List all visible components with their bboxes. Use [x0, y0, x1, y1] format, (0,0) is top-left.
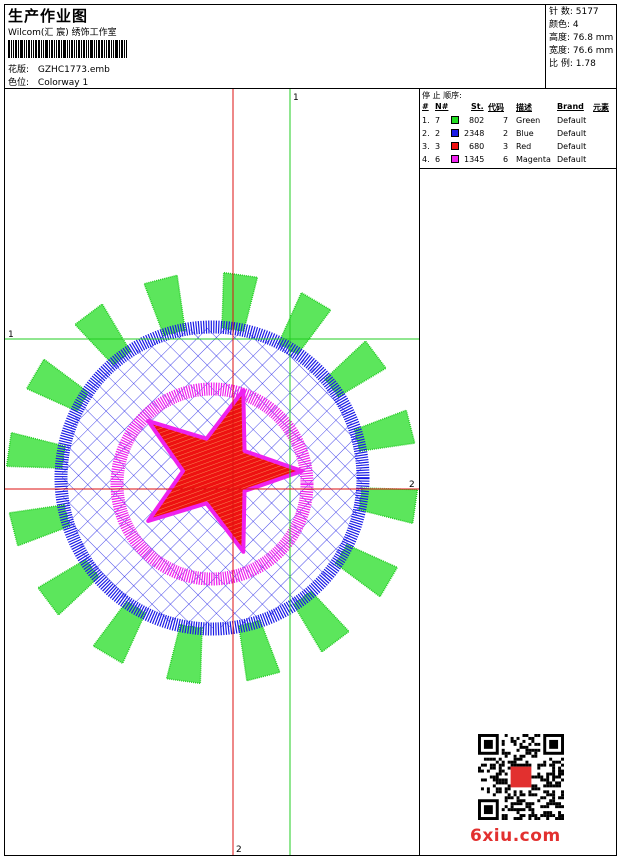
- embroidery-design: 1 1 2 2: [5, 89, 419, 855]
- stop-sequence-title: 停 止 顺序:: [422, 91, 462, 100]
- row-stitches: 802: [469, 116, 485, 125]
- green-tooth: [358, 487, 419, 525]
- studio-name: Wilcom(汇 宸) 绣饰工作室: [8, 28, 117, 38]
- stop-row: 4. 6 1345 6 Magenta Default: [420, 155, 616, 168]
- green-tooth: [143, 274, 186, 337]
- row-stitches: 2348: [464, 129, 485, 138]
- green-tooth: [5, 431, 66, 469]
- green-tooth: [334, 543, 399, 598]
- design-label: 花版:: [8, 65, 30, 75]
- stop-sequence-panel: 停 止 顺序: # N# St. 代码 描述 Brand 元素 1. 7 802…: [420, 89, 616, 169]
- col-header-stitches: St.: [471, 102, 484, 111]
- stats-panel: 针 数: 5177 颜色: 4 高度: 76.8 mm 宽度: 76.6 mm …: [546, 5, 616, 89]
- red-axis-label-bottom: 2: [236, 845, 242, 855]
- color-swatch: [451, 142, 459, 150]
- col-header-code: 代码: [488, 103, 504, 112]
- design-file: GZHC1773.emb: [37, 65, 110, 75]
- green-tooth: [25, 358, 90, 413]
- watermark-brand: 6xiu.com: [470, 826, 561, 846]
- green-tooth: [92, 600, 147, 665]
- stop-row: 3. 3 680 3 Red Default: [420, 142, 616, 155]
- red-axis-label-right: 2: [409, 480, 415, 490]
- colorway-label: 色位:: [8, 78, 30, 88]
- row-code: 6: [503, 155, 509, 164]
- design-width: 宽度: 76.6 mm: [549, 46, 614, 56]
- green-tooth: [292, 590, 351, 654]
- col-header-index: #: [422, 102, 429, 111]
- row-description: Red: [516, 142, 532, 151]
- row-code: 3: [503, 142, 509, 151]
- design-file-row: 花版: GZHC1773.emb: [8, 62, 110, 75]
- color-swatch: [451, 155, 459, 163]
- stop-row: 2. 2 2348 2 Blue Default: [420, 129, 616, 142]
- production-sheet: 生产作业图 Wilcom(汇 宸) 绣饰工作室 花版: GZHC1773.emb…: [4, 4, 617, 856]
- row-brand: Default: [557, 155, 587, 164]
- row-description: Green: [516, 116, 541, 125]
- color-swatch: [451, 116, 459, 124]
- row-stitches: 680: [469, 142, 485, 151]
- green-tooth: [165, 624, 203, 685]
- row-index: 1.: [422, 116, 430, 125]
- header-info: 生产作业图 Wilcom(汇 宸) 绣饰工作室 花版: GZHC1773.emb…: [5, 5, 546, 89]
- row-brand: Default: [557, 129, 587, 138]
- green-axis-label-left: 1: [8, 330, 14, 340]
- row-code: 2: [503, 129, 509, 138]
- row-brand: Default: [557, 116, 587, 125]
- color-swatch: [451, 129, 459, 137]
- stop-row: 1. 7 802 7 Green Default: [420, 116, 616, 129]
- row-index: 4.: [422, 155, 430, 164]
- row-stitches: 1345: [464, 155, 485, 164]
- row-index: 3.: [422, 142, 430, 151]
- row-n: 2: [435, 129, 441, 138]
- qr-code: [478, 734, 564, 820]
- colorway-value: Colorway 1: [37, 78, 89, 88]
- barcode: [8, 40, 154, 58]
- row-n: 3: [435, 142, 441, 151]
- row-description: Magenta: [516, 155, 551, 164]
- design-height: 高度: 76.8 mm: [549, 33, 614, 43]
- color-count: 颜色: 4: [549, 20, 579, 30]
- col-header-n: N#: [435, 102, 449, 111]
- row-n: 7: [435, 116, 441, 125]
- green-tooth: [8, 504, 71, 547]
- row-index: 2.: [422, 129, 430, 138]
- design-area: 1 1 2 2: [5, 89, 420, 855]
- colorway-row: 色位: Colorway 1: [8, 75, 88, 88]
- sheet-title: 生产作业图: [8, 7, 89, 25]
- green-tooth: [238, 619, 281, 682]
- col-header-description: 描述: [516, 103, 532, 112]
- row-code: 7: [503, 116, 509, 125]
- green-axis-label-top: 1: [293, 93, 299, 103]
- col-header-element: 元素: [593, 103, 609, 112]
- design-ratio: 比 例: 1.78: [549, 59, 596, 69]
- stitch-count: 针 数: 5177: [549, 7, 599, 17]
- row-description: Blue: [516, 129, 534, 138]
- row-n: 6: [435, 155, 441, 164]
- col-header-brand: Brand: [557, 102, 584, 111]
- row-brand: Default: [557, 142, 587, 151]
